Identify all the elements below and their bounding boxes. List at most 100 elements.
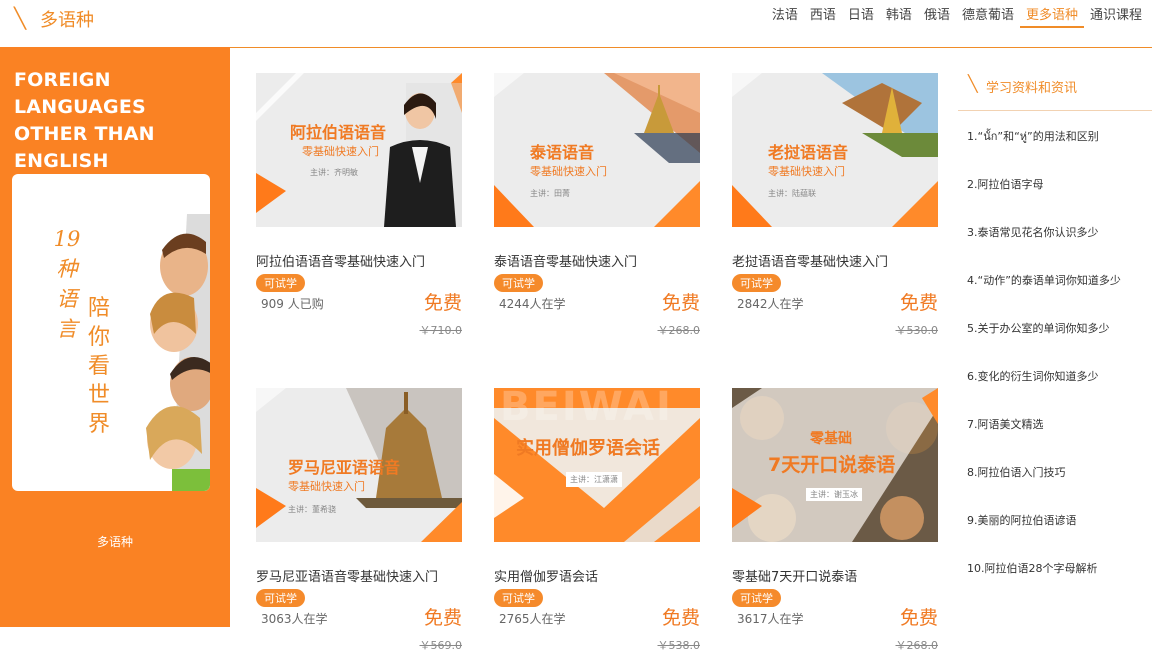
course-card[interactable]: BEIWAI 实用僧伽罗语会话 主讲：江潇潇 实用僧伽罗语会话 可试学 2765… [494, 388, 702, 652]
course-thumbnail[interactable]: 罗马尼亚语语音 零基础快速入门 主讲：董希骁 [256, 388, 462, 542]
slash-icon: ╲ [968, 74, 978, 93]
thumbnail-title: 罗马尼亚语语音 [288, 458, 401, 477]
resource-link[interactable]: 1.“นั้ก”和“หู่”的用法和区别 [958, 113, 1152, 161]
course-price: 免费 [423, 607, 462, 629]
nav-item-french[interactable]: 法语 [766, 6, 804, 28]
course-thumbnail[interactable]: 阿拉伯语语音 零基础快速入门 主讲：齐明敏 [256, 73, 462, 227]
enrollment-count: 4244人在学 [499, 297, 566, 311]
nav-item-japanese[interactable]: 日语 [842, 6, 880, 28]
nav-item-general-courses[interactable]: 通识课程 [1084, 6, 1148, 28]
banner-title-line1: FOREIGN LANGUAGES [14, 69, 146, 118]
thumbnail-subtitle: 零基础快速入门 [288, 480, 365, 493]
nav-item-spanish[interactable]: 西语 [804, 6, 842, 28]
thumbnail-art [494, 73, 700, 227]
enrollment-count: 2842人在学 [737, 297, 804, 311]
enrollment-count: 3617人在学 [737, 612, 804, 626]
slogan-char: 界 [88, 412, 111, 437]
banner-title: FOREIGN LANGUAGES OTHER THAN ENGLISH [14, 67, 230, 175]
resource-link[interactable]: 8.阿拉伯语入门技巧 [958, 449, 1152, 497]
original-price: ￥530.0 [895, 324, 939, 337]
course-card[interactable]: 阿拉伯语语音 零基础快速入门 主讲：齐明敏 阿拉伯语语音零基础快速入门 可试学 … [256, 73, 464, 337]
slash-icon: ╲ [14, 6, 27, 30]
resource-link[interactable]: 10.阿拉伯语28个字母解析 [958, 545, 1152, 593]
slogan-char: 陪 [88, 296, 111, 321]
trial-badge: 可试学 [732, 589, 781, 607]
enrollment-count: 909 人已购 [261, 297, 324, 311]
nav-item-korean[interactable]: 韩语 [880, 6, 918, 28]
banner-19-languages: 19 种 语 言 [52, 224, 82, 344]
course-title[interactable]: 老挝语语音零基础快速入门 [732, 251, 940, 270]
course-thumbnail[interactable]: 零基础 7天开口说泰语 主讲：谢玉冰 [732, 388, 938, 542]
resources-list: 1.“นั้ก”和“หู่”的用法和区别 2.阿拉伯语字母 3.泰语常见花名你认… [958, 113, 1152, 593]
resource-link[interactable]: 7.阿语美文精选 [958, 401, 1152, 449]
course-thumbnail[interactable]: BEIWAI 实用僧伽罗语会话 主讲：江潇潇 [494, 388, 700, 542]
thumbnail-watermark: BEIWAI [500, 388, 673, 430]
original-price: ￥569.0 [419, 639, 463, 652]
course-title[interactable]: 零基础7天开口说泰语 [732, 566, 940, 585]
thumbnail-lecturer: 主讲：谢玉冰 [806, 488, 862, 501]
category-banner[interactable]: FOREIGN LANGUAGES OTHER THAN ENGLISH 19 … [0, 47, 230, 627]
resource-link[interactable]: 4.“动作”的泰语单词你知道多少 [958, 257, 1152, 305]
trial-badge: 可试学 [494, 589, 543, 607]
banner-label: 多语种 [96, 535, 133, 549]
enrollment-count: 3063人在学 [261, 612, 328, 626]
course-card[interactable]: 罗马尼亚语语音 零基础快速入门 主讲：董希骁 罗马尼亚语语音零基础快速入门 可试… [256, 388, 464, 652]
banner-number: 19 [53, 227, 81, 251]
resources-panel: ╲ 学习资料和资讯 1.“นั้ก”和“หู่”的用法和区别 2.阿拉伯语字母 … [958, 70, 1152, 593]
thumbnail-lecturer: 主讲：董希骁 [288, 505, 336, 514]
enrollment-count: 2765人在学 [499, 612, 566, 626]
thumbnail-subtitle: 零基础 [810, 431, 852, 447]
original-price: ￥268.0 [657, 324, 701, 337]
course-title[interactable]: 泰语语音零基础快速入门 [494, 251, 702, 270]
nav-item-german-italian-portuguese[interactable]: 德意葡语 [956, 6, 1020, 28]
course-price: 免费 [899, 607, 938, 629]
resource-link[interactable]: 3.泰语常见花名你认识多少 [958, 209, 1152, 257]
course-price: 免费 [661, 292, 700, 314]
thumbnail-title: 老挝语语音 [768, 143, 849, 162]
course-card[interactable]: 泰语语音 零基础快速入门 主讲：田菁 泰语语音零基础快速入门 可试学 4244人… [494, 73, 702, 337]
thumbnail-title: 泰语语音 [530, 143, 595, 162]
resource-link[interactable]: 9.美丽的阿拉伯语谚语 [958, 497, 1152, 545]
course-price: 免费 [899, 292, 938, 314]
resources-title: 学习资料和资讯 [986, 81, 1078, 96]
banner-title-line2: OTHER THAN ENGLISH [14, 123, 155, 172]
original-price: ￥710.0 [419, 324, 463, 337]
course-thumbnail[interactable]: 老挝语语音 零基础快速入门 主讲：陆蕴联 [732, 73, 938, 227]
nav-item-russian[interactable]: 俄语 [918, 6, 956, 28]
thumbnail-lecturer: 主讲：陆蕴联 [768, 189, 816, 198]
thumbnail-title: 7天开口说泰语 [768, 454, 896, 476]
course-card[interactable]: 老挝语语音 零基础快速入门 主讲：陆蕴联 老挝语语音零基础快速入门 可试学 28… [732, 73, 940, 337]
course-card[interactable]: 零基础 7天开口说泰语 主讲：谢玉冰 零基础7天开口说泰语 可试学 3617人在… [732, 388, 940, 652]
thumbnail-lecturer: 主讲：齐明敏 [310, 168, 358, 177]
top-header: ╲ 多语种 法语 西语 日语 韩语 俄语 德意葡语 更多语种 通识课程 [0, 0, 1152, 48]
original-price: ￥538.0 [657, 639, 701, 652]
thumbnail-lecturer: 主讲：江潇潇 [566, 472, 622, 487]
thumbnail-subtitle: 零基础快速入门 [768, 165, 845, 178]
slogan-char: 世 [88, 383, 111, 408]
original-price: ￥268.0 [895, 639, 939, 652]
course-title[interactable]: 实用僧伽罗语会话 [494, 566, 702, 585]
people-photo [132, 214, 210, 491]
banner-image: 19 种 语 言 陪 你 看 世 界 [12, 174, 210, 491]
course-price: 免费 [661, 607, 700, 629]
resource-link[interactable]: 5.关于办公室的单词你知多少 [958, 305, 1152, 353]
nav-item-more-languages[interactable]: 更多语种 [1019, 6, 1084, 28]
course-title[interactable]: 罗马尼亚语语音零基础快速入门 [256, 566, 464, 585]
course-thumbnail[interactable]: 泰语语音 零基础快速入门 主讲：田菁 [494, 73, 700, 227]
slogan-char: 你 [88, 325, 111, 350]
banner-char: 种 [56, 257, 78, 281]
thumbnail-title: 阿拉伯语语音 [290, 123, 387, 142]
course-title[interactable]: 阿拉伯语语音零基础快速入门 [256, 251, 464, 270]
trial-badge: 可试学 [256, 274, 305, 292]
trial-badge: 可试学 [256, 589, 305, 607]
slogan-char: 看 [88, 354, 111, 379]
language-nav: 法语 西语 日语 韩语 俄语 德意葡语 更多语种 通识课程 [766, 6, 1148, 28]
page-title: 多语种 [40, 10, 94, 31]
course-price: 免费 [423, 292, 462, 314]
trial-badge: 可试学 [732, 274, 781, 292]
resource-link[interactable]: 6.变化的衍生词你知道多少 [958, 353, 1152, 401]
banner-char: 言 [56, 317, 78, 341]
resource-link[interactable]: 2.阿拉伯语字母 [958, 161, 1152, 209]
trial-badge: 可试学 [494, 274, 543, 292]
thumbnail-lecturer: 主讲：田菁 [530, 189, 570, 198]
